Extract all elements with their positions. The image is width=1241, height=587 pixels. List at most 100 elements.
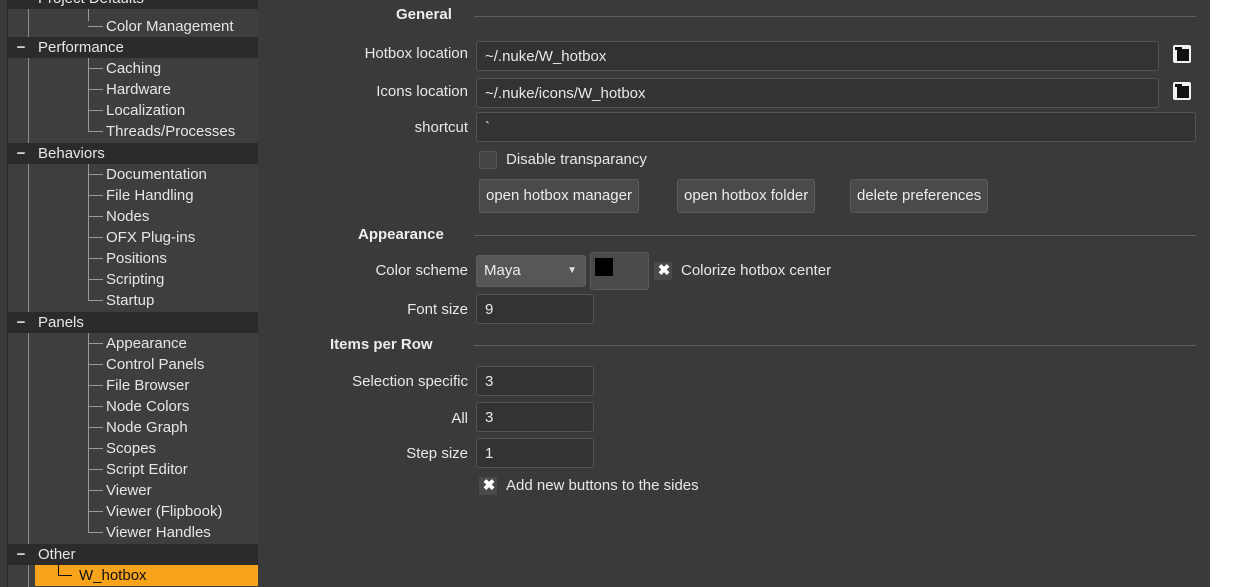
tree-item-label: Node Colors — [106, 398, 190, 415]
colorize-hotbox-center-label: Colorize hotbox center — [681, 262, 832, 279]
folder-browse-icon[interactable] — [1173, 82, 1191, 100]
tree-item-threads-processes[interactable]: Threads/Processes — [8, 121, 258, 142]
add-buttons-sides-label: Add new buttons to the sides — [506, 477, 699, 494]
tree-item-label: Appearance — [106, 335, 187, 352]
tree-item-node-graph[interactable]: Node Graph — [8, 417, 258, 438]
tree-item-appearance[interactable]: Appearance — [8, 333, 258, 354]
color-scheme-label: Color scheme — [375, 262, 468, 279]
folder-browse-icon[interactable] — [1173, 45, 1191, 63]
tree-item-label: File Handling — [106, 187, 194, 204]
tree-item-localization[interactable]: Localization — [8, 100, 258, 121]
section-divider — [474, 235, 1196, 236]
tree-item-label: Threads/Processes — [106, 123, 236, 140]
tree-item-control-panels[interactable]: Control Panels — [8, 354, 258, 375]
collapse-icon[interactable]: − — [13, 0, 29, 9]
font-size-label: Font size — [407, 301, 468, 318]
tree-category-project-defaults[interactable]: − Project Defaults — [8, 0, 258, 9]
shortcut-label: shortcut — [414, 119, 468, 136]
add-buttons-sides-checkbox[interactable]: ✖ — [479, 477, 497, 495]
color-swatch — [595, 258, 613, 276]
colorize-hotbox-center-checkbox[interactable]: ✖ — [654, 262, 672, 280]
hotbox-location-field[interactable]: ~/.nuke/W_hotbox — [476, 41, 1159, 71]
delete-preferences-button[interactable]: delete preferences — [850, 179, 989, 213]
settings-panel: General Hotbox location ~/.nuke/W_hotbox… — [258, 0, 1210, 587]
font-size-field[interactable]: 9 — [476, 294, 594, 324]
tree-item-label: Viewer Handles — [106, 524, 211, 541]
tree-item-color-management[interactable]: Color Management — [8, 16, 258, 37]
tree-item-label: Localization — [106, 102, 186, 119]
tree-item-viewer[interactable]: Viewer — [8, 480, 258, 501]
tree-item-label: Color Management — [106, 18, 234, 35]
color-scheme-select[interactable]: Maya ▼ — [476, 255, 586, 287]
all-field[interactable]: 3 — [476, 402, 594, 432]
icons-location-field[interactable]: ~/.nuke/icons/W_hotbox — [476, 78, 1159, 108]
tree-item-scripting[interactable]: Scripting — [8, 269, 258, 290]
window-edge — [1210, 0, 1241, 587]
section-divider — [474, 16, 1196, 17]
tree-item-nodes[interactable]: Nodes — [8, 206, 258, 227]
tree-item-documentation[interactable]: Documentation — [8, 164, 258, 185]
tree-item-label: Control Panels — [106, 356, 205, 373]
tree-item-label: Viewer — [106, 482, 152, 499]
tree-item-label: OFX Plug-ins — [106, 229, 196, 246]
tree-item-label: W_hotbox — [79, 567, 147, 584]
color-scheme-value: Maya — [484, 262, 521, 279]
collapse-icon[interactable]: − — [13, 37, 29, 58]
tree-item-viewer-handles[interactable]: Viewer Handles — [8, 522, 258, 543]
tree-item-label: Documentation — [106, 166, 207, 183]
tree-item-positions[interactable]: Positions — [8, 248, 258, 269]
tree-item-label: Node Graph — [106, 419, 188, 436]
step-size-label: Step size — [406, 445, 468, 462]
tree-item-label: Scripting — [106, 271, 165, 288]
collapse-icon[interactable]: − — [13, 544, 29, 565]
section-title-appearance: Appearance — [358, 226, 444, 243]
tree-item-file-browser[interactable]: File Browser — [8, 375, 258, 396]
check-mark-icon: ✖ — [482, 477, 496, 494]
tree-item-label: File Browser — [106, 377, 190, 394]
section-title-items-per-row: Items per Row — [330, 336, 433, 353]
open-hotbox-folder-button[interactable]: open hotbox folder — [677, 179, 816, 213]
tree-category-label: Project Defaults — [38, 0, 144, 9]
tree-item-caching[interactable]: Caching — [8, 58, 258, 79]
tree-category-behaviors[interactable]: − Behaviors — [8, 143, 258, 164]
step-size-field[interactable]: 1 — [476, 438, 594, 468]
tree-item-label: Caching — [106, 60, 162, 77]
open-hotbox-manager-button[interactable]: open hotbox manager — [479, 179, 639, 213]
all-label: All — [451, 410, 468, 427]
tree-item-label: Nodes — [106, 208, 150, 225]
tree-item-label: Startup — [106, 292, 155, 309]
disable-transparency-checkbox[interactable] — [479, 151, 497, 169]
tree-item-w-hotbox[interactable]: W_hotbox — [35, 565, 258, 586]
collapse-icon[interactable]: − — [13, 143, 29, 164]
collapse-icon[interactable]: − — [13, 312, 29, 333]
icons-location-label: Icons location — [376, 83, 468, 100]
shortcut-field[interactable]: ` — [476, 112, 1196, 142]
tree-item-ofx-plugins[interactable]: OFX Plug-ins — [8, 227, 258, 248]
tree-item-label: Script Editor — [106, 461, 188, 478]
tree-item-label: Scopes — [106, 440, 157, 457]
chevron-down-icon: ▼ — [567, 265, 577, 276]
tree-item-startup[interactable]: Startup — [8, 290, 258, 311]
tree-item-label: Hardware — [106, 81, 172, 98]
tree-category-performance[interactable]: − Performance — [8, 37, 258, 58]
check-mark-icon: ✖ — [657, 262, 671, 279]
tree-item-node-colors[interactable]: Node Colors — [8, 396, 258, 417]
tree-item-script-editor[interactable]: Script Editor — [8, 459, 258, 480]
tree-category-panels[interactable]: − Panels — [8, 312, 258, 333]
tree-category-label: Performance — [38, 39, 124, 56]
hotbox-location-label: Hotbox location — [364, 45, 468, 62]
tree-item-scopes[interactable]: Scopes — [8, 438, 258, 459]
preferences-window: − Project Defaults Color Management − Pe… — [0, 0, 1210, 587]
tree-category-label: Behaviors — [38, 145, 105, 162]
section-title-general: General — [396, 6, 452, 23]
tree-item-viewer-flipbook[interactable]: Viewer (Flipbook) — [8, 501, 258, 522]
preferences-tree[interactable]: − Project Defaults Color Management − Pe… — [7, 0, 259, 587]
tree-item-label: Positions — [106, 250, 167, 267]
color-swatch-button[interactable] — [590, 252, 649, 290]
selection-specific-field[interactable]: 3 — [476, 366, 594, 396]
tree-item-hardware[interactable]: Hardware — [8, 79, 258, 100]
tree-item-file-handling[interactable]: File Handling — [8, 185, 258, 206]
tree-category-other[interactable]: − Other — [8, 544, 258, 565]
disable-transparency-label: Disable transparancy — [506, 151, 647, 168]
tree-item-label: Viewer (Flipbook) — [106, 503, 223, 520]
